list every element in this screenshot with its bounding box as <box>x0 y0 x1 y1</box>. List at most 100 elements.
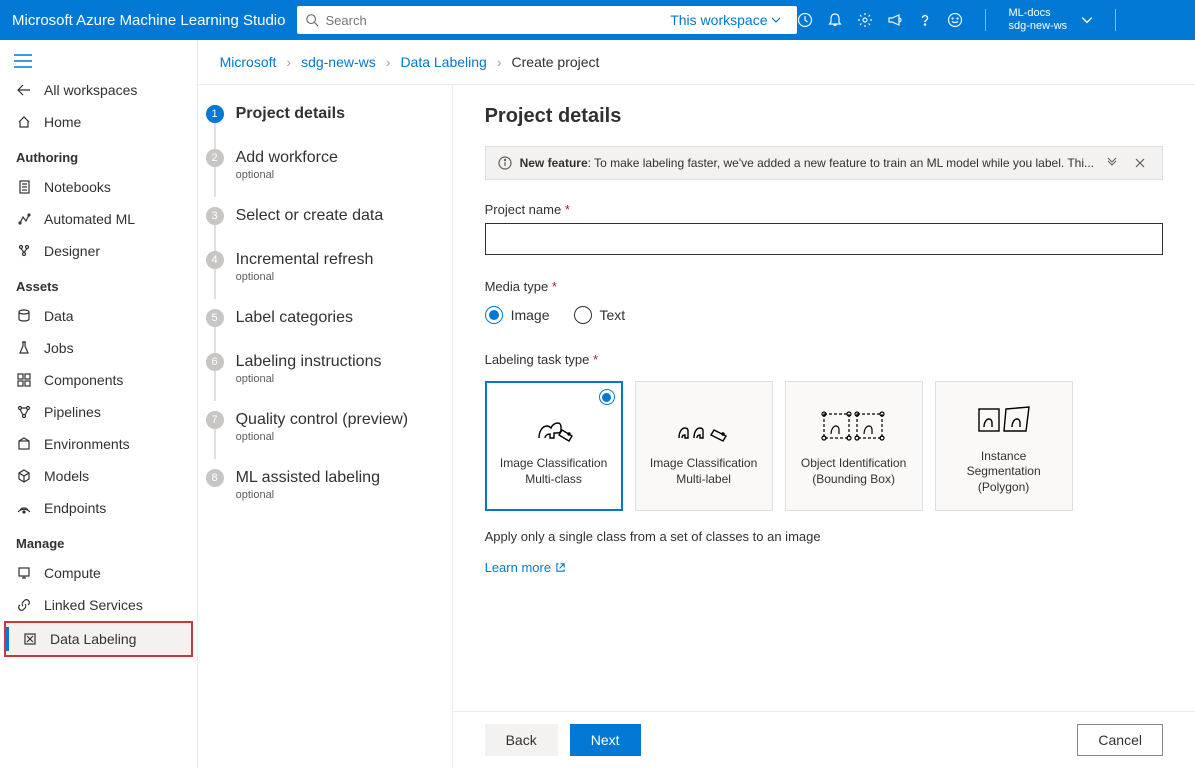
task-multilabel[interactable]: Image Classification Multi-label <box>635 381 773 511</box>
clock-icon[interactable] <box>797 12 813 28</box>
task-multiclass[interactable]: Image Classification Multi-class <box>485 381 623 511</box>
notebook-icon <box>16 179 32 195</box>
sidebar-jobs[interactable]: Jobs <box>0 332 197 364</box>
info-text: New feature: To make labeling faster, we… <box>520 156 1094 170</box>
dog-tag-icon <box>529 404 579 448</box>
sidebar-data[interactable]: Data <box>0 300 197 332</box>
sidebar-pipelines[interactable]: Pipelines <box>0 396 197 428</box>
sidebar-environments[interactable]: Environments <box>0 428 197 460</box>
search-icon <box>305 13 319 27</box>
breadcrumb-ws[interactable]: sdg-new-ws <box>301 54 376 70</box>
sidebar-models[interactable]: Models <box>0 460 197 492</box>
close-icon[interactable] <box>1130 155 1150 171</box>
sidebar-automated-ml[interactable]: Automated ML <box>0 203 197 235</box>
menu-toggle-icon[interactable] <box>0 48 197 74</box>
step-ml-assisted[interactable]: 8ML assisted labelingoptional <box>198 467 440 503</box>
chevron-right-icon: › <box>386 54 391 70</box>
search-input[interactable] <box>325 7 670 33</box>
arrow-left-icon <box>16 82 32 98</box>
workspace-scope-button[interactable]: This workspace <box>670 12 781 28</box>
sidebar-home[interactable]: Home <box>0 106 197 138</box>
automl-icon <box>16 211 32 227</box>
task-type-label: Labeling task type * <box>485 352 1163 367</box>
label-icon <box>22 631 38 647</box>
designer-icon <box>16 243 32 259</box>
details-pane: Project details New feature: To make lab… <box>453 85 1195 711</box>
header-separator <box>985 9 986 31</box>
global-header: Microsoft Azure Machine Learning Studio … <box>0 0 1195 40</box>
header-separator <box>1115 9 1116 31</box>
bbox-icon <box>819 404 889 448</box>
wizard-footer: Back Next Cancel <box>453 711 1195 768</box>
step-select-data[interactable]: 3Select or create data <box>198 205 440 227</box>
dogs-tag-icon <box>674 404 734 448</box>
step-add-workforce[interactable]: 2Add workforceoptional <box>198 147 440 183</box>
task-description: Apply only a single class from a set of … <box>485 529 1163 544</box>
search-box[interactable]: This workspace <box>297 6 797 34</box>
models-icon <box>16 468 32 484</box>
sidebar-all-workspaces[interactable]: All workspaces <box>0 74 197 106</box>
header-icons: ML-docs sdg-new-ws <box>797 7 1124 33</box>
polygon-icon <box>974 397 1034 441</box>
project-name-input[interactable] <box>485 223 1163 255</box>
breadcrumb-current: Create project <box>512 54 600 70</box>
sidebar-endpoints[interactable]: Endpoints <box>0 492 197 524</box>
cancel-button[interactable]: Cancel <box>1077 724 1163 756</box>
project-name-label: Project name * <box>485 202 1163 217</box>
breadcrumb-feature[interactable]: Data Labeling <box>400 54 486 70</box>
radio-icon <box>599 389 615 405</box>
smile-icon[interactable] <box>947 12 963 28</box>
next-button[interactable]: Next <box>570 724 641 756</box>
sidebar-components[interactable]: Components <box>0 364 197 396</box>
environments-icon <box>16 436 32 452</box>
step-label-categories[interactable]: 5Label categories <box>198 307 440 329</box>
app-title: Microsoft Azure Machine Learning Studio <box>12 12 285 29</box>
sidebar-linked-services[interactable]: Linked Services <box>0 589 197 621</box>
data-icon <box>16 308 32 324</box>
chevron-down-icon <box>771 15 781 25</box>
info-icon <box>498 156 512 170</box>
chevron-right-icon: › <box>497 54 502 70</box>
sidebar: All workspaces Home Authoring Notebooks … <box>0 40 198 768</box>
sidebar-notebooks[interactable]: Notebooks <box>0 171 197 203</box>
pane-title: Project details <box>485 105 1163 128</box>
link-icon <box>16 597 32 613</box>
main: Microsoft › sdg-new-ws › Data Labeling ›… <box>198 40 1195 768</box>
compute-icon <box>16 565 32 581</box>
media-type-label: Media type * <box>485 279 1163 294</box>
wizard-steps: 1Project details 2Add workforceoptional … <box>198 85 453 768</box>
endpoints-icon <box>16 500 32 516</box>
bell-icon[interactable] <box>827 12 843 28</box>
sidebar-section-authoring: Authoring <box>0 138 197 171</box>
expand-icon[interactable] <box>1102 155 1122 171</box>
sidebar-data-labeling[interactable]: Data Labeling <box>6 623 191 655</box>
highlight-box: Data Labeling <box>4 621 193 657</box>
breadcrumb: Microsoft › sdg-new-ws › Data Labeling ›… <box>198 40 1195 85</box>
gear-icon[interactable] <box>857 12 873 28</box>
sidebar-section-manage: Manage <box>0 524 197 557</box>
info-bar: New feature: To make labeling faster, we… <box>485 146 1163 180</box>
step-quality-control[interactable]: 7Quality control (preview)optional <box>198 409 440 445</box>
sidebar-designer[interactable]: Designer <box>0 235 197 267</box>
step-incremental-refresh[interactable]: 4Incremental refreshoptional <box>198 249 440 285</box>
task-polygon[interactable]: Instance Segmentation (Polygon) <box>935 381 1073 511</box>
home-icon <box>16 114 32 130</box>
external-link-icon <box>555 562 566 573</box>
task-bounding-box[interactable]: Object Identification (Bounding Box) <box>785 381 923 511</box>
pipeline-icon <box>16 404 32 420</box>
sidebar-compute[interactable]: Compute <box>0 557 197 589</box>
account-info[interactable]: ML-docs sdg-new-ws <box>1008 7 1067 33</box>
components-icon <box>16 372 32 388</box>
flask-icon <box>16 340 32 356</box>
learn-more-link[interactable]: Learn more <box>485 560 1163 575</box>
back-button[interactable]: Back <box>485 724 558 756</box>
account-chevron-icon[interactable] <box>1081 14 1093 26</box>
megaphone-icon[interactable] <box>887 12 903 28</box>
step-labeling-instructions[interactable]: 6Labeling instructionsoptional <box>198 351 440 387</box>
help-icon[interactable] <box>917 12 933 28</box>
step-project-details[interactable]: 1Project details <box>198 103 440 125</box>
media-type-image[interactable]: Image <box>485 306 550 324</box>
breadcrumb-root[interactable]: Microsoft <box>220 54 277 70</box>
media-type-text[interactable]: Text <box>574 306 626 324</box>
chevron-right-icon: › <box>286 54 291 70</box>
